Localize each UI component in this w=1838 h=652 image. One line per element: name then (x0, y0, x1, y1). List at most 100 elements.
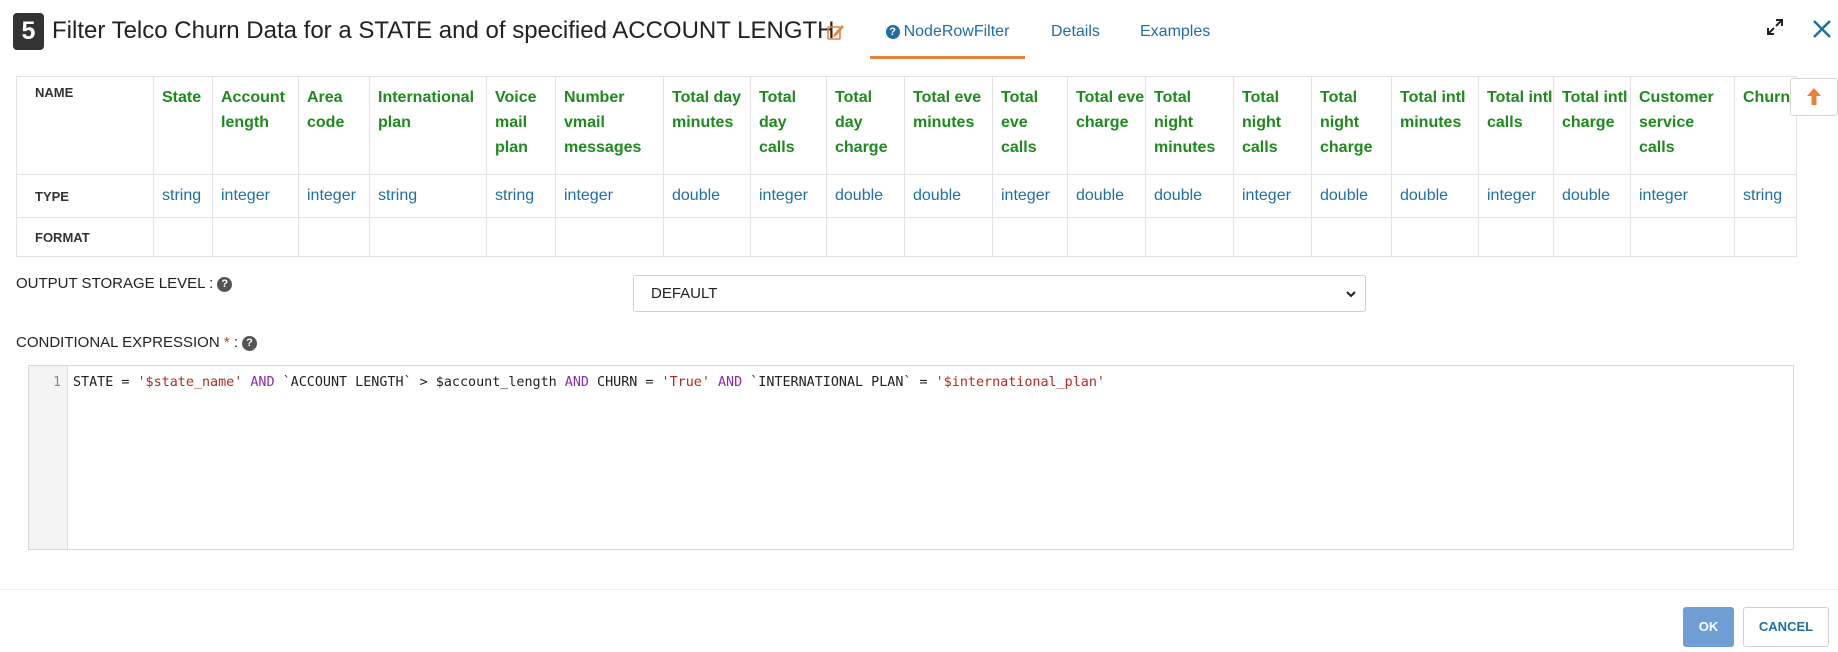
required-mark: * (223, 334, 230, 351)
code-string: 'True' (661, 375, 710, 390)
help-circle-icon: ? (885, 25, 900, 39)
column-type: integer (1233, 174, 1312, 218)
column-name: State (153, 76, 213, 175)
column-type: integer (555, 174, 664, 218)
column-type: string (1734, 174, 1797, 218)
column-format (212, 217, 299, 257)
column-type: double (1067, 174, 1146, 218)
output-storage-label: OUTPUT STORAGE LEVEL :? (16, 275, 233, 292)
column-name: Total day calls (750, 76, 827, 175)
close-icon[interactable] (1810, 17, 1834, 41)
column-type: string (153, 174, 213, 218)
column-format (1630, 217, 1735, 257)
edit-icon[interactable] (826, 22, 846, 42)
column-type: double (663, 174, 751, 218)
column-name: Total night calls (1233, 76, 1312, 175)
column-format (663, 217, 751, 257)
footer-divider (0, 589, 1838, 590)
ok-button[interactable]: OK (1683, 607, 1734, 647)
column-name: Account length (212, 76, 299, 175)
line-number: 1 (53, 375, 61, 390)
column-format (904, 217, 993, 257)
column-type: double (1553, 174, 1631, 218)
column-schema-table: NAME State Account length Area code Inte… (16, 76, 1797, 257)
column-name: Churn (1734, 76, 1797, 175)
column-format (1311, 217, 1392, 257)
code-string: '$state_name' (137, 375, 243, 390)
column-name: Customer service calls (1630, 76, 1735, 175)
editor-gutter: 1 (29, 366, 68, 549)
column-name: Total intl calls (1478, 76, 1554, 175)
code-string: '$international_plan' (935, 375, 1105, 390)
column-format (298, 217, 370, 257)
column-type: integer (1630, 174, 1735, 218)
code-keyword: AND (250, 375, 275, 390)
question-icon[interactable]: ? (242, 336, 258, 351)
column-name: International plan (369, 76, 487, 175)
column-format (1233, 217, 1312, 257)
column-format (1391, 217, 1479, 257)
column-type: integer (750, 174, 827, 218)
scroll-to-top-button[interactable] (1790, 78, 1838, 116)
column-type: string (369, 174, 487, 218)
column-format (1553, 217, 1631, 257)
column-format (369, 217, 487, 257)
arrow-up-icon (1807, 88, 1821, 105)
column-format (826, 217, 905, 257)
column-type: integer (1478, 174, 1554, 218)
column-name: Total intl charge (1553, 76, 1631, 175)
column-type: integer (298, 174, 370, 218)
column-type: string (486, 174, 556, 218)
code-line[interactable]: STATE = '$state_name' AND `ACCOUNT LENGT… (73, 375, 1105, 390)
code-text: `INTERNATIONAL PLAN` = (742, 375, 936, 390)
tab-noderowfilter[interactable]: ? NodeRowFilter (870, 0, 1025, 59)
tab-examples[interactable]: Examples (1140, 0, 1210, 56)
label-colon: : (233, 334, 239, 351)
conditional-expression-label-text: CONDITIONAL EXPRESSION (16, 334, 220, 351)
row-label-name: NAME (16, 76, 154, 175)
column-format (1067, 217, 1146, 257)
column-name: Total eve minutes (904, 76, 993, 175)
column-name: Total night charge (1311, 76, 1392, 175)
column-format (1478, 217, 1554, 257)
code-text: `ACCOUNT LENGTH` > $account_length (274, 375, 565, 390)
column-format (1145, 217, 1234, 257)
step-badge: 5 (13, 13, 44, 50)
code-text: CHURN = (588, 375, 662, 390)
output-storage-select[interactable]: DEFAULT (633, 275, 1366, 312)
code-keyword: AND (564, 375, 589, 390)
dialog-header: 5 Filter Telco Churn Data for a STATE an… (0, 0, 1838, 64)
column-name: Total intl minutes (1391, 76, 1479, 175)
output-storage-label-text: OUTPUT STORAGE LEVEL : (16, 275, 214, 292)
column-format (1734, 217, 1797, 257)
column-format (486, 217, 556, 257)
column-name: Total night minutes (1145, 76, 1234, 175)
expression-code-editor[interactable]: 1 STATE = '$state_name' AND `ACCOUNT LEN… (28, 365, 1794, 550)
column-name: Number vmail messages (555, 76, 664, 175)
column-type: integer (212, 174, 299, 218)
column-type: double (1145, 174, 1234, 218)
column-type: double (1391, 174, 1479, 218)
column-name: Total eve charge (1067, 76, 1146, 175)
column-type: double (904, 174, 993, 218)
column-name: Voice mail plan (486, 76, 556, 175)
column-type: integer (992, 174, 1068, 218)
code-keyword: AND (717, 375, 743, 390)
column-type: double (1311, 174, 1392, 218)
cancel-button[interactable]: CANCEL (1743, 607, 1829, 647)
column-format (992, 217, 1068, 257)
row-label-type: TYPE (16, 174, 154, 218)
code-text: STATE = (73, 375, 138, 390)
tab-label: Examples (1140, 23, 1211, 40)
column-name: Total eve calls (992, 76, 1068, 175)
tab-details[interactable]: Details (1051, 0, 1100, 56)
column-name: Total day minutes (663, 76, 751, 175)
output-storage-value: DEFAULT (651, 285, 718, 302)
question-icon[interactable]: ? (217, 277, 233, 292)
tab-label: NodeRowFilter (903, 23, 1010, 40)
expand-icon[interactable] (1765, 17, 1785, 37)
column-type: double (826, 174, 905, 218)
column-format (750, 217, 827, 257)
column-name: Area code (298, 76, 370, 175)
